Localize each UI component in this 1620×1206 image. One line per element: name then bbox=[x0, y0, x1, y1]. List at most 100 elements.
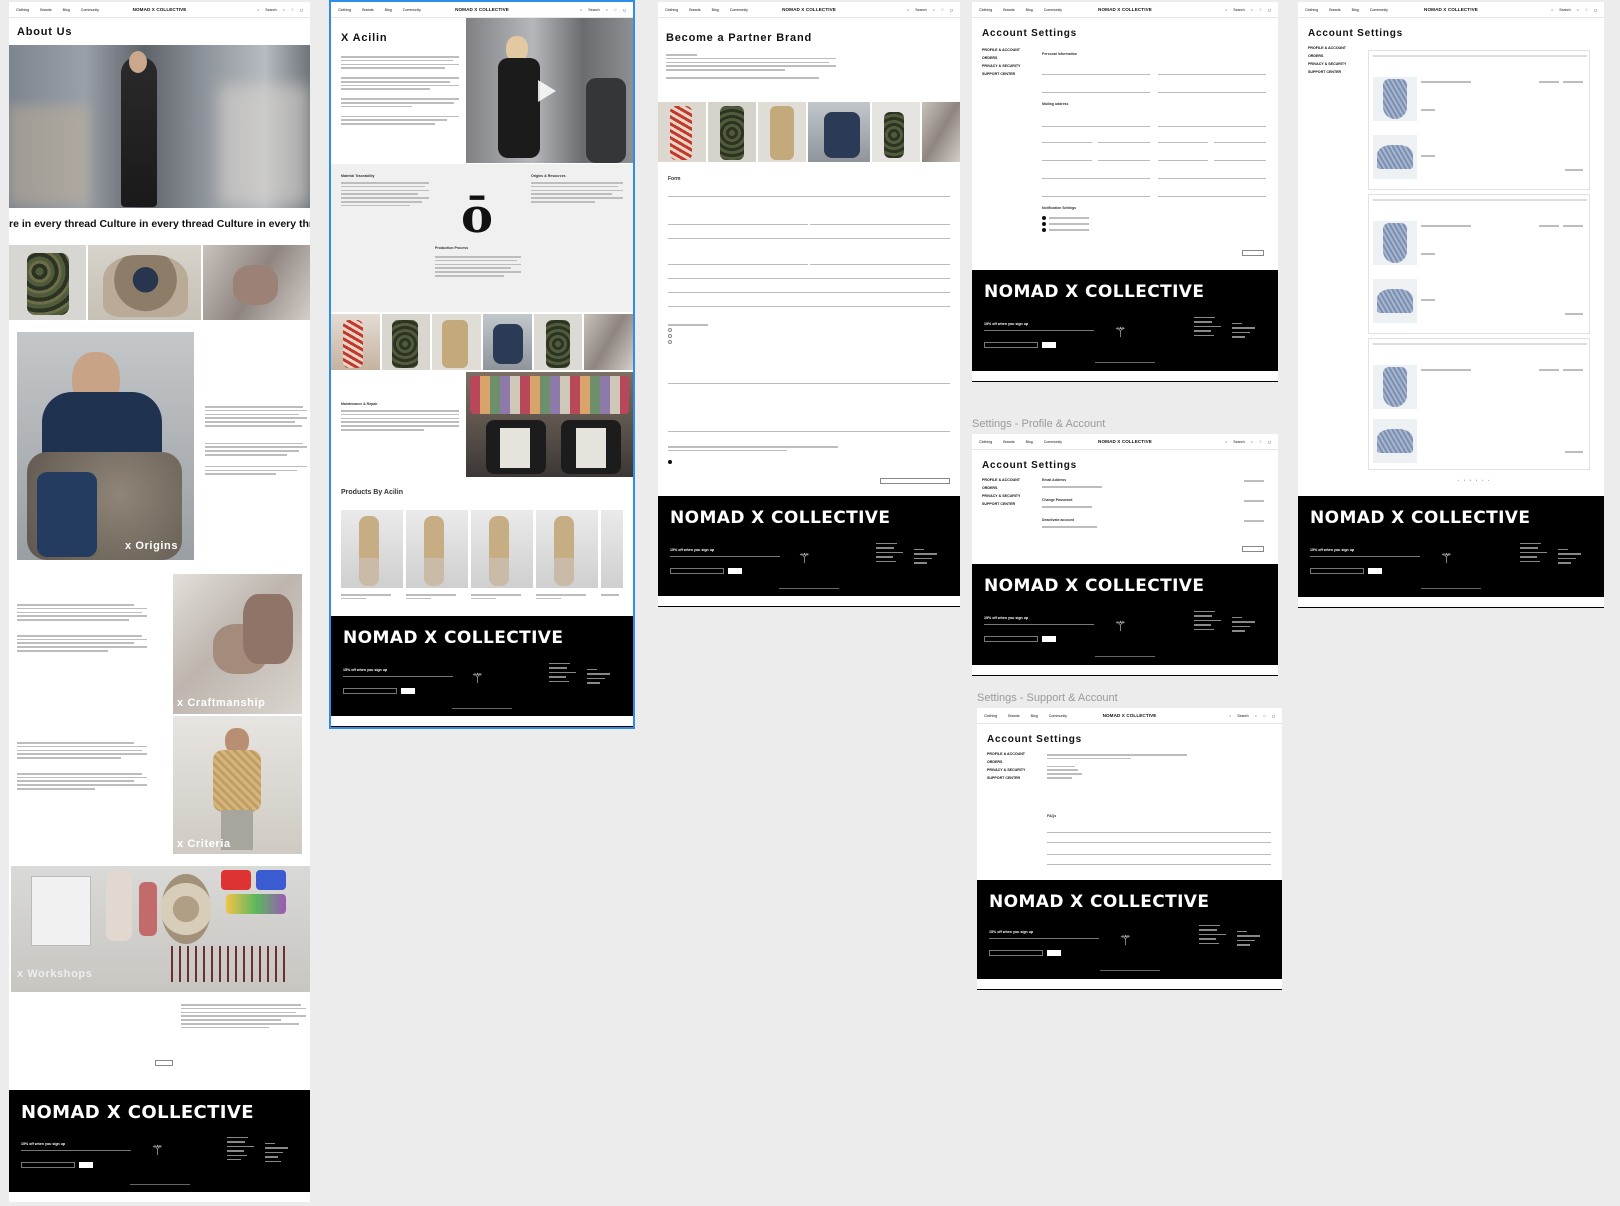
form-field[interactable] bbox=[668, 238, 950, 239]
menu-support-center[interactable]: SUPPORT CENTER bbox=[982, 500, 1020, 508]
form-field[interactable] bbox=[1214, 142, 1266, 143]
menu-orders[interactable]: ORDERS bbox=[982, 54, 1020, 62]
form-field[interactable] bbox=[1158, 160, 1208, 161]
nav-search-label[interactable]: Search bbox=[1237, 714, 1248, 718]
bag-icon[interactable]: ◻ bbox=[950, 8, 953, 12]
user-icon[interactable]: ○ bbox=[1251, 8, 1253, 12]
radio-option[interactable] bbox=[668, 333, 672, 338]
heart-icon[interactable]: ♡ bbox=[1259, 440, 1262, 444]
order-card[interactable] bbox=[1368, 338, 1590, 470]
nav-brand[interactable]: NOMAD X COLLECTIVE bbox=[1081, 713, 1178, 718]
nav-link-community[interactable]: Community bbox=[1044, 8, 1062, 12]
menu-profile-account[interactable]: PROFILE & ACCOUNT bbox=[982, 476, 1020, 484]
heart-icon[interactable]: ♡ bbox=[1259, 8, 1262, 12]
menu-privacy-security[interactable]: PRIVACY & SECURITY bbox=[1308, 60, 1346, 68]
faq-item[interactable] bbox=[1047, 832, 1271, 833]
heart-icon[interactable]: ♡ bbox=[291, 8, 294, 12]
form-field[interactable] bbox=[810, 224, 950, 225]
nav-link-brands[interactable]: Brands bbox=[1008, 714, 1019, 718]
user-icon[interactable]: ○ bbox=[606, 8, 608, 12]
bag-icon[interactable]: ◻ bbox=[1594, 8, 1597, 12]
footer-email-input[interactable] bbox=[989, 950, 1043, 956]
footer-email-input[interactable] bbox=[670, 568, 724, 574]
form-field[interactable] bbox=[1042, 178, 1150, 179]
nav-link-blog[interactable]: Blog bbox=[1026, 8, 1033, 12]
heart-icon[interactable]: ♡ bbox=[1263, 714, 1266, 718]
search-icon[interactable]: ⌕ bbox=[1551, 8, 1553, 12]
nav-link-brands[interactable]: Brands bbox=[40, 8, 51, 12]
menu-support-center[interactable]: SUPPORT CENTER bbox=[1308, 68, 1346, 76]
nav-link-brands[interactable]: Brands bbox=[1003, 440, 1014, 444]
product-card[interactable] bbox=[601, 510, 623, 588]
page-dot[interactable]: • bbox=[1476, 478, 1477, 482]
save-changes-button[interactable] bbox=[1242, 250, 1264, 256]
chevron-right-icon[interactable]: › bbox=[1488, 478, 1489, 482]
change-password-button[interactable] bbox=[1244, 500, 1264, 504]
textarea-field[interactable] bbox=[668, 402, 950, 432]
settings-support-board[interactable]: Clothing Brands Blog Community NOMAD X C… bbox=[977, 708, 1282, 990]
form-field[interactable] bbox=[810, 264, 950, 265]
nav-link-clothing[interactable]: Clothing bbox=[1305, 8, 1318, 12]
menu-support-center[interactable]: SUPPORT CENTER bbox=[987, 774, 1025, 782]
edit-email-button[interactable] bbox=[1244, 480, 1264, 484]
form-field[interactable] bbox=[668, 278, 950, 279]
nav-brand[interactable]: NOMAD X COLLECTIVE bbox=[1076, 7, 1173, 12]
form-field[interactable] bbox=[1158, 74, 1266, 75]
nav-link-brands[interactable]: Brands bbox=[1329, 8, 1340, 12]
nav-link-blog[interactable]: Blog bbox=[1031, 714, 1038, 718]
footer-email-input[interactable] bbox=[1310, 568, 1364, 574]
search-icon[interactable]: ⌕ bbox=[1225, 8, 1227, 12]
nav-link-community[interactable]: Community bbox=[81, 8, 99, 12]
nav-search-label[interactable]: Search bbox=[1233, 440, 1244, 444]
form-field[interactable] bbox=[668, 196, 950, 197]
user-icon[interactable]: ○ bbox=[933, 8, 935, 12]
nav-link-brands[interactable]: Brands bbox=[362, 8, 373, 12]
nav-link-community[interactable]: Community bbox=[730, 8, 748, 12]
nav-link-brands[interactable]: Brands bbox=[689, 8, 700, 12]
product-card[interactable] bbox=[406, 510, 469, 588]
menu-profile-account[interactable]: PROFILE & ACCOUNT bbox=[987, 750, 1025, 758]
nav-brand[interactable]: NOMAD X COLLECTIVE bbox=[1076, 439, 1173, 444]
about-us-board[interactable]: Clothing Brands Blog Community NOMAD X C… bbox=[9, 2, 310, 1202]
settings-personal-board[interactable]: Clothing Brands Blog Community NOMAD X C… bbox=[972, 2, 1278, 382]
footer-submit-button[interactable] bbox=[1368, 568, 1382, 574]
textarea-field[interactable] bbox=[668, 354, 950, 384]
footer-submit-button[interactable] bbox=[728, 568, 742, 574]
nav-link-community[interactable]: Community bbox=[1049, 714, 1067, 718]
form-field[interactable] bbox=[1158, 178, 1266, 179]
form-field[interactable] bbox=[1042, 92, 1150, 93]
toggle-dot-icon[interactable] bbox=[1042, 228, 1046, 232]
order-card[interactable] bbox=[1368, 194, 1590, 334]
bag-icon[interactable]: ◻ bbox=[1268, 8, 1271, 12]
footer-email-input[interactable] bbox=[984, 342, 1038, 348]
nav-search-label[interactable]: Search bbox=[588, 8, 599, 12]
user-icon[interactable]: ○ bbox=[1255, 714, 1257, 718]
partner-board[interactable]: Clothing Brands Blog Community NOMAD X C… bbox=[658, 2, 960, 607]
nav-link-blog[interactable]: Blog bbox=[1026, 440, 1033, 444]
chevron-left-icon[interactable]: ‹ bbox=[1458, 478, 1459, 482]
radio-option[interactable] bbox=[668, 327, 672, 332]
form-field[interactable] bbox=[1098, 160, 1150, 161]
form-field[interactable] bbox=[1042, 160, 1092, 161]
pagination[interactable]: ‹ • • • • › bbox=[1458, 478, 1489, 482]
nav-link-clothing[interactable]: Clothing bbox=[665, 8, 678, 12]
bag-icon[interactable]: ◻ bbox=[1272, 714, 1275, 718]
nav-link-community[interactable]: Community bbox=[403, 8, 421, 12]
nav-link-clothing[interactable]: Clothing bbox=[984, 714, 997, 718]
form-field[interactable] bbox=[668, 292, 950, 293]
footer-submit-button[interactable] bbox=[1042, 636, 1056, 642]
menu-orders[interactable]: ORDERS bbox=[1308, 52, 1346, 60]
search-icon[interactable]: ⌕ bbox=[907, 8, 909, 12]
footer-email-input[interactable] bbox=[984, 636, 1038, 642]
settings-orders-board[interactable]: Clothing Brands Blog Community NOMAD X C… bbox=[1298, 2, 1604, 608]
menu-orders[interactable]: ORDERS bbox=[987, 758, 1025, 766]
radio-option[interactable] bbox=[668, 339, 672, 344]
nav-link-clothing[interactable]: Clothing bbox=[979, 440, 992, 444]
menu-privacy-security[interactable]: PRIVACY & SECURITY bbox=[982, 492, 1020, 500]
acilin-hero-video[interactable] bbox=[466, 18, 633, 163]
play-icon[interactable] bbox=[538, 80, 556, 102]
nav-search-label[interactable]: Search bbox=[265, 8, 276, 12]
form-field[interactable] bbox=[1042, 196, 1150, 197]
settings-profile-board[interactable]: Clothing Brands Blog Community NOMAD X C… bbox=[972, 434, 1278, 676]
bag-icon[interactable]: ◻ bbox=[300, 8, 303, 12]
